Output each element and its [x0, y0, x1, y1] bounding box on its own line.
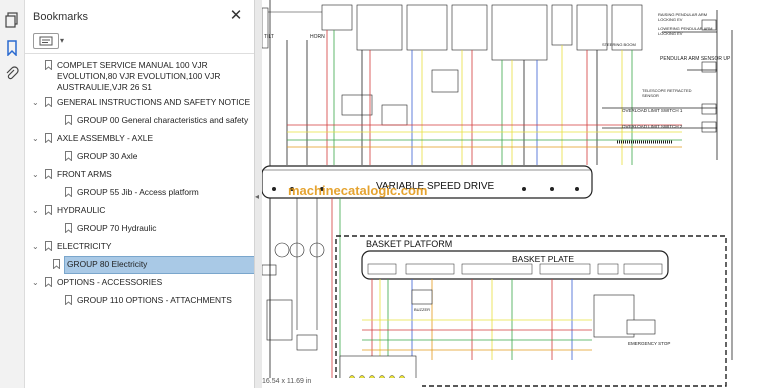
bookmark-item-icon — [65, 223, 72, 233]
document-view[interactable]: RAISING PENDULAR ARM LOCKING EV LOWERING… — [262, 0, 768, 388]
close-icon: ✕ — [229, 7, 243, 24]
chevron-down-icon[interactable]: ⌄ — [32, 278, 39, 287]
wiring-diagram: RAISING PENDULAR ARM LOCKING EV LOWERING… — [262, 0, 733, 388]
bookmark-item-icon — [45, 60, 52, 70]
chevron-down-icon[interactable]: ⌄ — [32, 98, 39, 107]
chevron-down-icon[interactable]: ⌄ — [32, 134, 39, 143]
svg-text:SENSOR: SENSOR — [642, 93, 659, 98]
close-panel-button[interactable]: ✕ — [228, 7, 244, 24]
navigation-rail — [0, 0, 25, 388]
pendular-sensor-label: PENDULAR ARM SENSOR UP — [660, 56, 731, 62]
tilt-label: TILT — [264, 34, 274, 40]
page-size-readout: 16.54 x 11.69 in — [262, 378, 422, 388]
bookmark-label: GROUP 80 Electricity — [67, 259, 148, 269]
buzzer-label: BUZZER — [414, 307, 430, 312]
svg-text:LOCKING EV: LOCKING EV — [658, 17, 683, 22]
bookmark-label: GROUP 70 Hydraulic — [77, 223, 157, 233]
bookmark-item-icon — [45, 241, 52, 251]
bookmark-item-icon — [45, 277, 52, 287]
attachment-icon[interactable] — [4, 66, 20, 82]
bookmark-item-icon — [65, 115, 72, 125]
bookmark-label: GROUP 30 Axle — [77, 151, 138, 161]
basket-platform-label: BASKET PLATFORM — [366, 239, 452, 249]
bookmarks-panel: Bookmarks ✕ ▾ COMPLET SERVICE MANUAL 100… — [25, 0, 272, 388]
chevron-down-icon[interactable]: ⌄ — [32, 170, 39, 179]
overload-switch-1-label: OVERLOAD LIMIT SWITCH 1 — [622, 108, 683, 113]
pages-icon[interactable] — [4, 12, 20, 28]
bookmark-options-button[interactable] — [33, 33, 59, 49]
panel-title: Bookmarks — [33, 11, 89, 23]
bookmark-item-group-55[interactable]: GROUP 55 Jib - Access platform — [25, 186, 254, 202]
bookmark-item-hydraulic[interactable]: ⌄ HYDRAULIC — [25, 204, 254, 220]
bookmark-item-icon — [45, 133, 52, 143]
bookmark-item-icon — [45, 169, 52, 179]
collapse-arrow-icon[interactable]: ◂ — [255, 192, 259, 201]
bookmark-item-group-80[interactable]: GROUP 80 Electricity — [25, 256, 272, 274]
bookmark-label: GROUP 55 Jib - Access platform — [77, 187, 199, 197]
bookmark-label: HYDRAULIC — [57, 205, 106, 215]
bookmark-label: GENERAL INSTRUCTIONS AND SAFETY NOTICE — [57, 97, 251, 107]
chevron-down-icon[interactable]: ⌄ — [32, 206, 39, 215]
bookmark-label: GROUP 110 OPTIONS - ATTACHMENTS — [77, 295, 232, 305]
bookmark-item-icon — [53, 259, 60, 269]
bookmark-item-icon — [65, 151, 72, 161]
bookmark-label: ELECTRICITY — [57, 241, 112, 251]
svg-text:STEERING BOOM: STEERING BOOM — [602, 42, 636, 47]
svg-text:LOCKING EV: LOCKING EV — [658, 31, 683, 36]
options-list-icon — [39, 36, 53, 46]
bookmark-item-group-00[interactable]: GROUP 00 General characteristics and saf… — [25, 114, 254, 130]
bookmark-item-icon — [45, 97, 52, 107]
horn-label: HORN — [310, 34, 325, 40]
chevron-down-icon[interactable]: ▾ — [60, 36, 64, 45]
bookmark-item-icon — [65, 187, 72, 197]
bookmark-item-complet-service-manual[interactable]: COMPLET SERVICE MANUAL 100 VJR EVOLUTION… — [25, 59, 254, 95]
chevron-down-icon[interactable]: ⌄ — [32, 242, 39, 251]
overload-switch-2-label: OVERLOAD LIMIT SWITCH 2 — [622, 124, 683, 129]
bookmark-item-group-110[interactable]: GROUP 110 OPTIONS - ATTACHMENTS — [25, 294, 254, 310]
bookmark-item-electricity[interactable]: ⌄ ELECTRICITY — [25, 240, 254, 256]
bookmark-label: FRONT ARMS — [57, 169, 112, 179]
bookmark-label-line: COMPLET SERVICE MANUAL 100 VJR — [57, 60, 208, 70]
bookmark-item-general-instructions[interactable]: ⌄ GENERAL INSTRUCTIONS AND SAFETY NOTICE — [25, 96, 254, 112]
bookmark-label: OPTIONS - ACCESSORIES — [57, 277, 163, 287]
bookmark-label-line: AUSTRAULIE,VJR 26 S1 — [57, 82, 152, 92]
bookmark-icon[interactable] — [4, 40, 20, 56]
bookmark-item-group-70[interactable]: GROUP 70 Hydraulic — [25, 222, 254, 238]
bookmark-item-axle-assembly[interactable]: ⌄ AXLE ASSEMBLY - AXLE — [25, 132, 254, 148]
bookmark-item-options-accessories[interactable]: ⌄ OPTIONS - ACCESSORIES — [25, 276, 254, 292]
divider — [25, 53, 254, 54]
bookmark-item-icon — [65, 295, 72, 305]
basket-plate-label: BASKET PLATE — [512, 254, 574, 264]
bookmark-label-line: EVOLUTION,80 VJR EVOLUTION,100 VJR — [57, 71, 221, 81]
emergency-stop-label: EMERGENCY STOP — [628, 341, 670, 346]
bookmark-item-front-arms[interactable]: ⌄ FRONT ARMS — [25, 168, 254, 184]
bookmark-label: GROUP 00 General characteristics and saf… — [77, 115, 249, 125]
bookmark-label: AXLE ASSEMBLY - AXLE — [57, 133, 154, 143]
bookmark-item-icon — [45, 205, 52, 215]
bookmark-item-group-30[interactable]: GROUP 30 Axle — [25, 150, 254, 166]
watermark-text: machinecatalogic.com — [288, 183, 427, 198]
